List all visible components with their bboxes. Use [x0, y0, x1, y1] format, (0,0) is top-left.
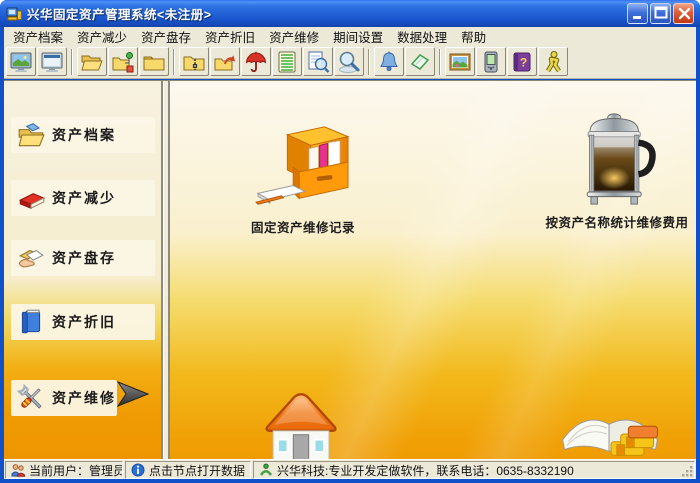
monitor-icon — [41, 52, 63, 72]
arrow-right-icon — [116, 378, 152, 410]
shortcut-label: 固定资产维修记录 — [250, 221, 355, 235]
sidebar-item-asset-decrease[interactable]: 资产减少 — [11, 180, 155, 216]
house-icon — [248, 388, 354, 460]
inventory-hand-icon — [16, 243, 46, 273]
toolbar-separator — [173, 48, 175, 75]
toolbar-button-preview[interactable] — [303, 47, 333, 76]
archive-folder-icon — [16, 120, 46, 150]
sidebar-item-asset-depreciation[interactable]: 资产折旧 — [11, 304, 155, 340]
menu-item-data-processing[interactable]: 数据处理 — [390, 26, 454, 47]
sidebar-item-asset-inventory[interactable]: 资产盘存 — [11, 240, 155, 276]
folder-zip-icon — [183, 56, 205, 70]
status-current-user: 当前用户：管理员 — [5, 461, 123, 479]
folder-export-icon — [214, 55, 236, 70]
menu-bar: 资产档案 资产减少 资产盘存 资产折旧 资产维修 期间设置 数据处理 帮助 — [4, 27, 696, 45]
menu-item-period-settings[interactable]: 期间设置 — [326, 26, 390, 47]
bell-icon — [380, 51, 398, 71]
pda-icon — [484, 51, 498, 72]
menu-item-asset-depreciation[interactable]: 资产折旧 — [198, 26, 262, 47]
money-book-icon — [556, 405, 666, 460]
info-icon — [131, 463, 145, 477]
sidebar-item-label: 资产折旧 — [52, 314, 116, 330]
window-controls — [627, 3, 694, 24]
notebook-icon — [278, 51, 296, 72]
tools-icon — [16, 383, 46, 413]
app-window: 兴华固定资产管理系统<未注册> 资产档案 资产减少 资产盘存 资产折旧 资产维修… — [0, 0, 700, 483]
toolbar-button-help[interactable]: ? — [507, 47, 537, 76]
vendor-icon — [259, 463, 273, 477]
help-book-icon: ? — [513, 52, 531, 71]
running-man-icon — [546, 50, 561, 72]
toolbar-separator — [368, 48, 370, 75]
toolbar-separator — [71, 48, 73, 75]
toolbar-button-open-folder[interactable] — [77, 47, 107, 76]
app-icon — [6, 5, 23, 22]
sidebar-item-asset-maintenance[interactable]: 资产维修 — [11, 380, 117, 416]
status-bar: 当前用户：管理员 点击节点打开数据 兴华科技:专业开发定做软件，联系电话：063… — [4, 459, 696, 479]
sidebar-item-label: 资产档案 — [52, 127, 116, 143]
minimize-button[interactable] — [627, 3, 648, 24]
toolbar-button-backup[interactable] — [179, 47, 209, 76]
svg-text:?: ? — [520, 55, 527, 69]
toolbar-button-restore[interactable] — [210, 47, 240, 76]
note-icon — [410, 53, 430, 70]
sidebar-item-label: 资产盘存 — [52, 250, 116, 266]
menu-item-asset-archive[interactable]: 资产档案 — [6, 26, 70, 47]
status-hint: 点击节点打开数据 — [125, 461, 251, 479]
sidebar-item-label: 资产减少 — [52, 190, 116, 206]
blue-book-icon — [16, 307, 46, 337]
umbrella-icon — [245, 51, 267, 72]
content-area: 固定资产维修记录 按资产名称统计维修费用 — [170, 81, 696, 460]
status-text: 兴华科技:专业开发定做软件，联系电话：0635-8332190 — [277, 463, 574, 478]
menu-item-help[interactable]: 帮助 — [454, 26, 493, 47]
menu-item-asset-decrease[interactable]: 资产减少 — [70, 26, 134, 47]
toolbar: ? — [4, 45, 696, 79]
title-bar: 兴华固定资产管理系统<未注册> — [0, 0, 700, 27]
shortcut-maintenance-cost-statistics[interactable]: 按资产名称统计维修费用 — [542, 111, 692, 231]
toolbar-button-folder[interactable] — [139, 47, 169, 76]
toolbar-button-notes[interactable] — [272, 47, 302, 76]
menu-item-asset-maintenance[interactable]: 资产维修 — [262, 26, 326, 47]
sidebar-item-label: 资产维修 — [52, 390, 116, 406]
shortcut-label: 按资产名称统计维修费用 — [545, 216, 689, 230]
toolbar-button-monitor[interactable] — [37, 47, 67, 76]
resize-grip[interactable] — [681, 465, 694, 478]
maximize-button[interactable] — [650, 3, 671, 24]
red-book-icon — [16, 183, 46, 213]
folder-connection-icon — [112, 51, 134, 72]
magnifier-icon — [339, 51, 360, 73]
menu-item-asset-inventory[interactable]: 资产盘存 — [134, 26, 198, 47]
toolbar-button-alerts[interactable] — [374, 47, 404, 76]
folder-open-icon — [81, 55, 103, 70]
status-vendor: 兴华科技:专业开发定做软件，联系电话：0635-8332190 — [253, 461, 695, 479]
folder-closed-icon — [143, 56, 165, 70]
toolbar-button-folder-connection[interactable] — [108, 47, 138, 76]
file-cabinet-icon — [254, 121, 352, 216]
splitter[interactable] — [161, 81, 170, 460]
toolbar-separator — [439, 48, 441, 75]
picture-icon — [449, 53, 471, 70]
toolbar-button-pda[interactable] — [476, 47, 506, 76]
desktop-picture-icon — [10, 52, 32, 72]
users-icon — [11, 463, 25, 477]
sidebar: 资产档案 资产减少 资产盘存 资产折旧 资产维修 — [4, 81, 161, 460]
toolbar-button-search[interactable] — [334, 47, 364, 76]
close-button[interactable] — [673, 3, 694, 24]
main-region: 资产档案 资产减少 资产盘存 资产折旧 资产维修 固定资产维修记录 按资产名称统… — [4, 80, 696, 460]
window-title: 兴华固定资产管理系统<未注册> — [27, 8, 212, 22]
sidebar-item-asset-archive[interactable]: 资产档案 — [11, 117, 155, 153]
toolbar-button-protect[interactable] — [241, 47, 271, 76]
coffee-press-icon — [577, 111, 657, 211]
print-preview-icon — [308, 51, 330, 73]
toolbar-button-pictures[interactable] — [445, 47, 475, 76]
toolbar-button-about[interactable] — [538, 47, 568, 76]
shortcut-fixed-asset-maintenance-records[interactable]: 固定资产维修记录 — [238, 121, 368, 236]
status-text: 点击节点打开数据 — [149, 463, 246, 478]
toolbar-button-desktop[interactable] — [6, 47, 36, 76]
toolbar-button-memo[interactable] — [405, 47, 435, 76]
status-text: 当前用户：管理员 — [29, 463, 123, 478]
